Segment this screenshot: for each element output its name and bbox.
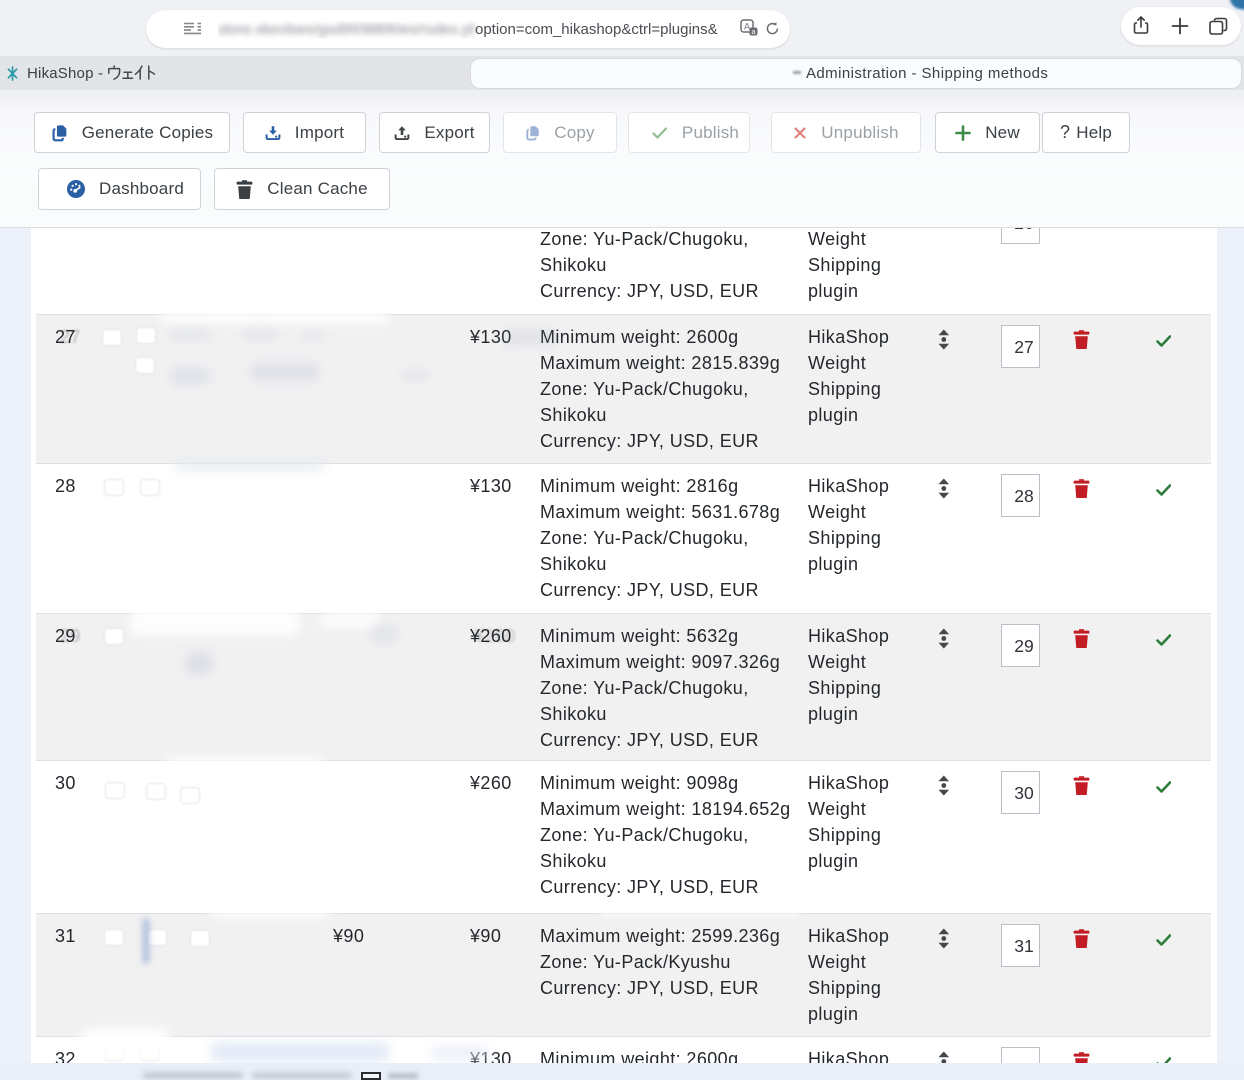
svg-text:A: A [744, 22, 750, 32]
svg-text:a: a [752, 29, 756, 36]
